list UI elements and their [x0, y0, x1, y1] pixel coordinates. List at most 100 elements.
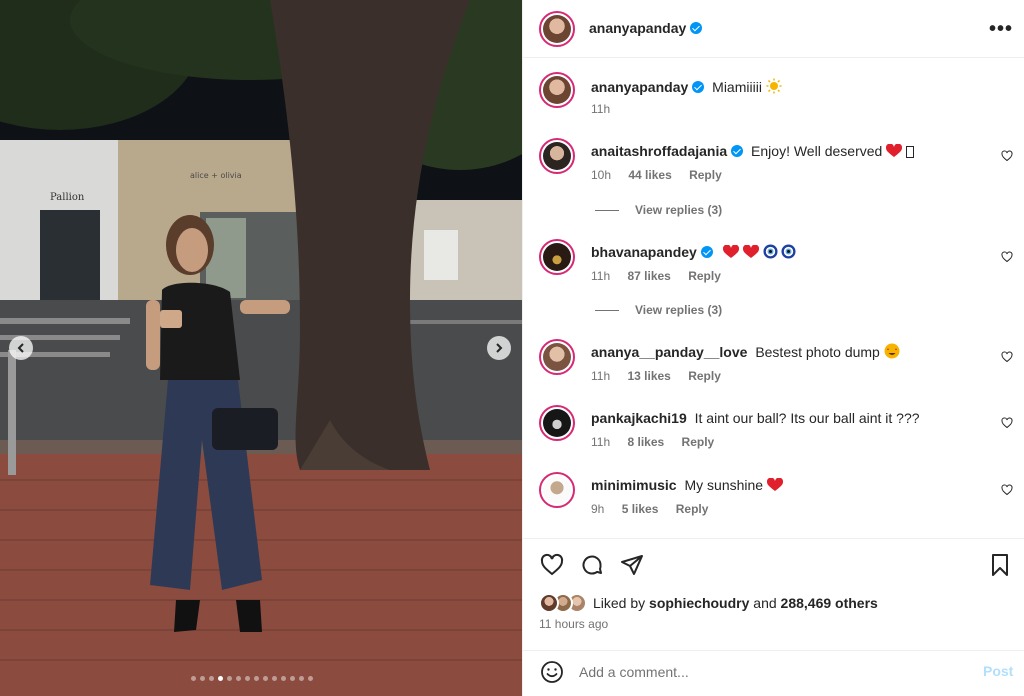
comment-likes[interactable]: 13 likes	[627, 369, 670, 383]
comment-username[interactable]: ananya__panday__love	[591, 344, 747, 360]
carousel-dot	[308, 676, 313, 681]
comment-row: bhavanapandey 11h 87 likes Reply	[523, 239, 1024, 287]
comment-text: Enjoy! Well deserved	[751, 143, 883, 159]
comment-text: It aint our ball? Its our ball aint it ?…	[694, 410, 920, 426]
comment-row: pankajkachi19 It aint our ball? Its our …	[523, 405, 1024, 453]
caption-row: ananyapanday Miamiiiii 11h	[523, 72, 1024, 120]
carousel-dot	[236, 676, 241, 681]
carousel-dot	[290, 676, 295, 681]
like-comment-icon[interactable]	[1001, 251, 1013, 263]
comment-row: anaitashroffadajania Enjoy! Well deserve…	[523, 138, 1024, 186]
sun-emoji-icon	[766, 78, 782, 94]
commenter-avatar[interactable]	[539, 138, 575, 174]
red-heart-emoji-icon	[722, 245, 739, 258]
commenter-avatar[interactable]	[539, 239, 575, 275]
view-replies-button[interactable]: View replies (3)	[595, 303, 722, 317]
like-comment-icon[interactable]	[1001, 484, 1013, 496]
comment-icon[interactable]	[580, 553, 604, 577]
verified-badge-icon	[731, 145, 744, 157]
comment-composer: Post	[523, 650, 1024, 696]
next-photo-button[interactable]	[487, 336, 511, 360]
reply-button[interactable]: Reply	[676, 502, 709, 516]
reply-button[interactable]: Reply	[688, 369, 721, 383]
missing-glyph-icon	[906, 146, 915, 158]
share-icon[interactable]	[620, 553, 644, 577]
comment-username[interactable]: anaitashroffadajania	[591, 143, 727, 159]
comment-username[interactable]: bhavanapandey	[591, 244, 697, 260]
carousel-dot	[299, 676, 304, 681]
comments-list: ananyapanday Miamiiiii 11h anaitashroffa…	[523, 58, 1024, 538]
nazar-amulet-emoji-icon	[781, 244, 796, 259]
author-avatar[interactable]	[539, 72, 575, 108]
author-username[interactable]: ananyapanday	[589, 20, 686, 36]
commenter-avatar[interactable]	[539, 405, 575, 441]
carousel-dot	[272, 676, 277, 681]
author-avatar[interactable]	[539, 11, 575, 47]
post-timestamp[interactable]: 11 hours ago	[539, 617, 608, 631]
verified-badge-icon	[690, 22, 703, 34]
liked-by-prefix: Liked by	[593, 595, 646, 611]
comment-text: Bestest photo dump	[755, 344, 880, 360]
post-comment-button[interactable]: Post	[983, 663, 1013, 679]
comment-likes[interactable]: 5 likes	[622, 502, 659, 516]
comment-likes[interactable]: 8 likes	[627, 435, 664, 449]
previous-photo-button[interactable]	[9, 336, 33, 360]
caption-time: 11h	[591, 102, 611, 116]
red-heart-emoji-icon	[742, 245, 759, 258]
commenter-avatar[interactable]	[539, 472, 575, 508]
carousel-dot	[200, 676, 205, 681]
like-icon[interactable]	[540, 553, 564, 577]
svg-text:Pallion: Pallion	[50, 192, 85, 203]
more-options-icon[interactable]: •••	[989, 18, 1013, 41]
carousel-dot	[245, 676, 250, 681]
comment-time: 11h	[591, 369, 611, 383]
emoji-picker-icon[interactable]	[540, 660, 564, 684]
post-actions: Liked by sophiechoudry and 288,469 other…	[523, 538, 1024, 650]
post-media: Pallion alice + olivia	[0, 0, 522, 696]
red-heart-emoji-icon	[766, 478, 783, 491]
verified-badge-icon	[700, 246, 713, 258]
verified-badge-icon	[692, 81, 705, 93]
liked-by-others[interactable]: 288,469 others	[781, 595, 878, 611]
comment-row: ananya__panday__love Bestest photo dump …	[523, 339, 1024, 387]
save-bookmark-icon[interactable]	[988, 553, 1012, 577]
comment-likes[interactable]: 87 likes	[627, 269, 670, 283]
svg-text:alice + olivia: alice + olivia	[190, 171, 242, 180]
carousel-dot	[218, 676, 223, 681]
post-header: ananyapanday •••	[523, 0, 1024, 58]
commenter-avatar[interactable]	[539, 339, 575, 375]
carousel-dot	[191, 676, 196, 681]
like-comment-icon[interactable]	[1001, 150, 1013, 162]
like-comment-icon[interactable]	[1001, 351, 1013, 363]
liked-by-user[interactable]: sophiechoudry	[649, 595, 749, 611]
like-comment-icon[interactable]	[1001, 417, 1013, 429]
liker-avatar	[539, 593, 559, 613]
reply-button[interactable]: Reply	[689, 168, 722, 182]
chevron-right-icon	[496, 343, 503, 353]
comment-time: 10h	[591, 168, 612, 182]
reply-button[interactable]: Reply	[688, 269, 721, 283]
comment-input[interactable]	[579, 661, 959, 683]
carousel-dot	[209, 676, 214, 681]
post-details-panel: ananyapanday ••• ananyapanday Miamiiiii …	[522, 0, 1024, 696]
post-photo: Pallion alice + olivia	[0, 0, 522, 696]
comment-time: 11h	[591, 435, 611, 449]
reply-button[interactable]: Reply	[682, 435, 715, 449]
liked-by-summary: Liked by sophiechoudry and 288,469 other…	[539, 593, 878, 613]
carousel-dot	[227, 676, 232, 681]
carousel-dot	[281, 676, 286, 681]
caption-username[interactable]: ananyapanday	[591, 79, 688, 95]
comment-username[interactable]: pankajkachi19	[591, 410, 687, 426]
comment-row: minimimusic My sunshine 9h 5 likes Reply	[523, 472, 1024, 520]
comment-text: My sunshine	[684, 477, 764, 493]
view-replies-button[interactable]: View replies (3)	[595, 203, 722, 217]
liked-by-and: and	[753, 595, 777, 611]
star-struck-emoji-icon	[884, 343, 900, 359]
carousel-dot	[254, 676, 259, 681]
carousel-dot	[263, 676, 268, 681]
nazar-amulet-emoji-icon	[762, 244, 778, 259]
red-heart-emoji-icon	[886, 144, 903, 157]
comment-likes[interactable]: 44 likes	[628, 168, 671, 182]
comment-username[interactable]: minimimusic	[591, 477, 677, 493]
comment-time: 11h	[591, 269, 611, 283]
